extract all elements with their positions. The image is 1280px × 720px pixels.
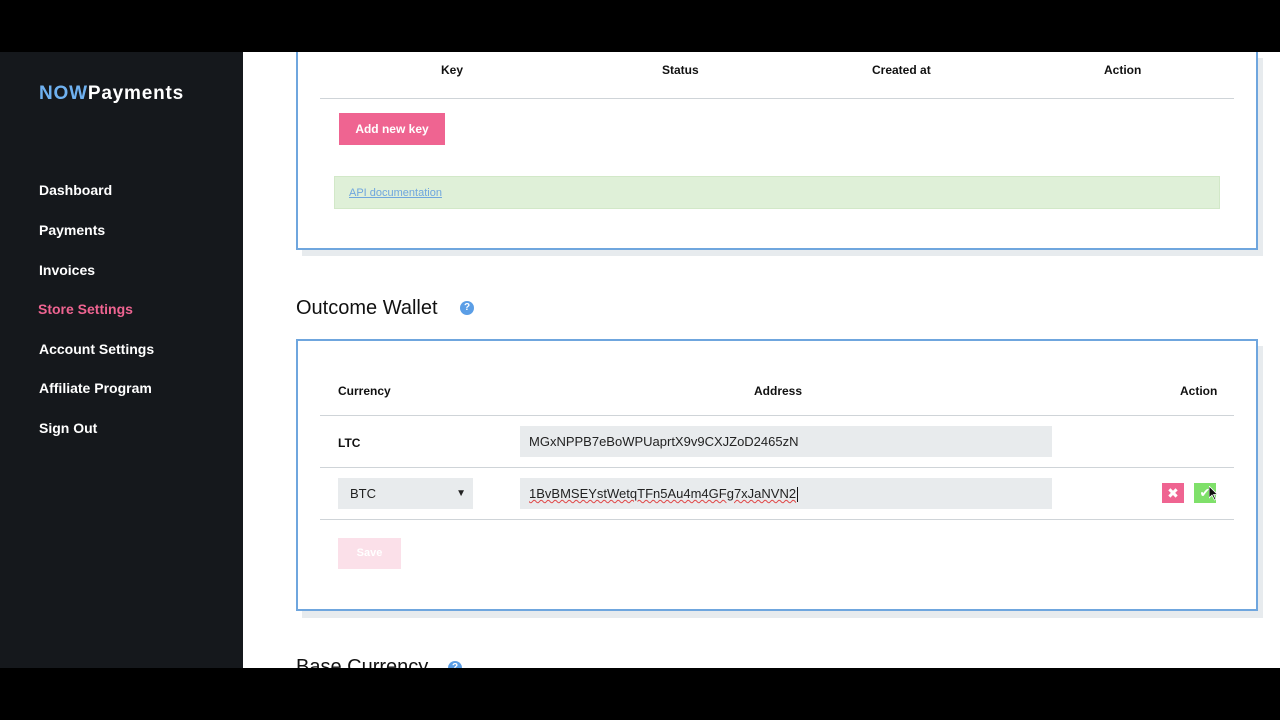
currency-select[interactable]: BTC ▼ [338,478,473,509]
base-currency-title: Base Currency [296,656,429,668]
ltc-address-field: MGxNPPB7eBoWPUaprtX9v9CXJZoD2465zN [520,426,1052,457]
sidebar-item-sign-out[interactable]: Sign Out [39,420,97,436]
column-header-currency: Currency [338,384,391,398]
column-header-action: Action [1104,63,1142,77]
column-header-key: Key [441,63,464,77]
table-header-divider [320,415,1234,416]
column-header-created-at: Created at [872,63,931,77]
sidebar-item-affiliate-program[interactable]: Affiliate Program [39,380,152,396]
times-icon: ✖ [1167,485,1179,501]
btc-address-value: 1BvBMSEYstWetqTFn5Au4m4GFg7xJaNVN2 [529,486,797,501]
api-documentation-link[interactable]: API documentation [349,187,442,199]
add-new-key-button[interactable]: Add new key [339,113,445,145]
scrollbar-track[interactable] [1266,52,1280,668]
column-header-address: Address [754,384,803,398]
currency-select-value: BTC [350,486,376,501]
brand-logo-prefix: NOW [39,83,88,104]
btc-address-input[interactable]: 1BvBMSEYstWetqTFn5Au4m4GFg7xJaNVN2 [520,478,1052,509]
column-header-status: Status [662,63,699,77]
table-row-divider [320,467,1234,468]
mouse-cursor-icon [1209,486,1219,501]
table-header-divider [320,98,1234,99]
sidebar-item-payments[interactable]: Payments [39,222,105,238]
app-viewport: NOWPayments Dashboard Payments Invoices … [0,52,1280,668]
brand-logo-suffix: Payments [87,83,185,104]
sidebar-item-store-settings[interactable]: Store Settings [38,301,133,317]
sidebar-item-dashboard[interactable]: Dashboard [39,182,112,198]
outcome-wallet-title: Outcome Wallet [296,297,438,319]
outcome-wallet-card: Currency Address Action LTC MGxNPPB7eBoW… [296,339,1258,611]
chevron-down-icon: ▼ [456,488,466,499]
question-circle-icon[interactable]: ? [460,301,474,315]
brand-logo[interactable]: NOWPayments [39,83,184,105]
table-row-divider [320,519,1234,520]
api-keys-card: Key Status Created at Action Add new key… [296,52,1258,250]
api-documentation-banner: API documentation [334,176,1220,209]
sidebar-item-account-settings[interactable]: Account Settings [39,341,154,357]
question-circle-icon[interactable]: ? [448,661,462,668]
cancel-edit-button[interactable]: ✖ [1162,483,1184,503]
column-header-action: Action [1180,384,1218,398]
sidebar-item-invoices[interactable]: Invoices [39,262,95,278]
text-caret [797,487,799,503]
sidebar: NOWPayments Dashboard Payments Invoices … [0,52,243,668]
row-currency-ltc: LTC [338,436,361,450]
save-button[interactable]: Save [338,538,401,569]
